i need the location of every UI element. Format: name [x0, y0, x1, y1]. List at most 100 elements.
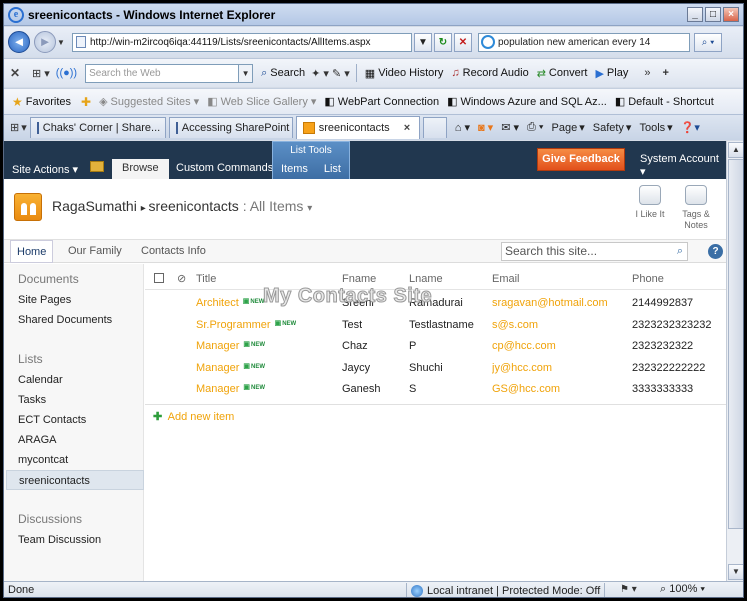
- nav-contacts-info[interactable]: Contacts Info: [141, 245, 206, 257]
- ql-item-shared-documents[interactable]: Shared Documents: [18, 314, 112, 326]
- tab-chaks-corner[interactable]: Chaks' Corner | Share...: [29, 117, 166, 138]
- system-account-menu[interactable]: System Account ▾: [640, 153, 726, 178]
- safety-menu[interactable]: Safety ▾: [593, 121, 632, 135]
- nav-our-family[interactable]: Our Family: [68, 245, 122, 257]
- column-phone[interactable]: Phone: [632, 273, 664, 285]
- ql-heading-documents[interactable]: Documents: [18, 272, 79, 286]
- mail-icon[interactable]: ✉ ▾: [501, 121, 519, 134]
- add-new-item-link[interactable]: ✚ Add new item: [153, 410, 234, 423]
- web-search-input[interactable]: Search the Web ▼: [85, 63, 254, 83]
- ql-heading-discussions[interactable]: Discussions: [18, 512, 82, 526]
- ql-item-mycontcat[interactable]: mycontcat: [18, 454, 68, 466]
- tab-accessing-sharepoint[interactable]: Accessing SharePoint ...: [168, 117, 293, 138]
- play-button[interactable]: ▶ Play: [595, 67, 628, 80]
- forward-button[interactable]: ►: [34, 31, 56, 53]
- tags-notes-button[interactable]: Tags & Notes: [676, 185, 716, 231]
- ql-item-ect-contacts[interactable]: ECT Contacts: [18, 414, 86, 426]
- title-link[interactable]: Architect: [196, 297, 239, 309]
- email-link[interactable]: s@s.com: [492, 319, 538, 331]
- print-icon[interactable]: ⎙ ▾: [527, 121, 543, 134]
- minimize-button[interactable]: _: [687, 7, 703, 22]
- ql-item-araga[interactable]: ARAGA: [18, 434, 57, 446]
- back-button[interactable]: ◄: [8, 31, 30, 53]
- title-link[interactable]: Manager: [196, 340, 239, 352]
- history-dropdown-icon[interactable]: ▼: [56, 38, 66, 47]
- title-link[interactable]: Manager: [196, 362, 239, 374]
- feeds-icon[interactable]: ◙ ▾: [478, 121, 493, 134]
- favorite-suggested-sites[interactable]: ◈ Suggested Sites ▾: [99, 95, 199, 109]
- ql-item-team-discussion[interactable]: Team Discussion: [18, 534, 101, 546]
- protected-mode-icon[interactable]: ⚑ ▾: [620, 584, 637, 595]
- navigate-up-icon[interactable]: [90, 161, 104, 172]
- ql-item-site-pages[interactable]: Site Pages: [18, 294, 71, 306]
- home-icon[interactable]: ⌂ ▾: [455, 121, 470, 134]
- site-logo[interactable]: [14, 193, 42, 221]
- page-menu[interactable]: Page ▾: [552, 121, 585, 135]
- favorite-windows-azure[interactable]: ◧ Windows Azure and SQL Az...: [447, 95, 607, 109]
- table-row[interactable]: Sr.Programmer NEW Test Testlastname s@s.c…: [145, 315, 726, 336]
- web-search-dropdown-icon[interactable]: ▼: [238, 64, 253, 82]
- ql-item-tasks[interactable]: Tasks: [18, 394, 46, 406]
- add-favorites-icon[interactable]: ✚: [81, 95, 91, 109]
- vertical-scrollbar[interactable]: ▲ ▼: [726, 141, 743, 581]
- toolbar-chevron-icon[interactable]: »: [644, 67, 650, 79]
- toolbar-search-button[interactable]: ⌕ Search: [261, 67, 305, 80]
- ql-item-calendar[interactable]: Calendar: [18, 374, 63, 386]
- help-menu-icon[interactable]: ❓▾: [681, 121, 700, 134]
- help-icon[interactable]: ?: [708, 244, 723, 259]
- search-go-button[interactable]: ⌕ ▾: [694, 32, 722, 52]
- video-history-button[interactable]: ▦ Video History: [365, 67, 444, 80]
- title-link[interactable]: Sr.Programmer: [196, 319, 271, 331]
- table-row[interactable]: Manager NEW Ganesh S GS@hcc.com 333333333…: [145, 379, 726, 400]
- column-title[interactable]: Title: [196, 273, 216, 285]
- close-tab-icon[interactable]: ×: [404, 122, 410, 134]
- table-row[interactable]: Architect NEW Sreeni Ramadurai sragavan@h…: [145, 293, 726, 314]
- close-toolbar-icon[interactable]: ✕: [10, 66, 26, 80]
- favorite-webpart-connection[interactable]: ◧ WebPart Connection: [324, 95, 439, 109]
- title-link[interactable]: Manager: [196, 383, 239, 395]
- toolbar-options-icon[interactable]: ⊞ ▾: [32, 67, 50, 80]
- email-link[interactable]: cp@hcc.com: [492, 340, 556, 352]
- toolbar-add-icon[interactable]: +: [662, 67, 668, 79]
- stop-icon[interactable]: ✕: [454, 32, 472, 52]
- zoom-button[interactable]: ⌕ 100% ▾: [660, 583, 705, 596]
- tools-menu[interactable]: Tools ▾: [639, 121, 672, 135]
- email-link[interactable]: sragavan@hotmail.com: [492, 297, 608, 309]
- search-input[interactable]: population new american every 14: [478, 32, 690, 52]
- breadcrumb-view[interactable]: All Items: [250, 198, 304, 214]
- give-feedback-button[interactable]: Give Feedback: [537, 148, 625, 171]
- ql-item-sreenicontacts[interactable]: sreenicontacts: [6, 470, 144, 490]
- select-all-checkbox[interactable]: [154, 273, 164, 283]
- tab-list[interactable]: List: [324, 163, 341, 175]
- site-actions-menu[interactable]: Site Actions ▾: [12, 163, 78, 176]
- nav-home[interactable]: Home: [10, 240, 54, 263]
- favorite-default-shortcut[interactable]: ◧ Default - Shortcut: [615, 95, 714, 109]
- radio-icon[interactable]: ((●)): [56, 67, 77, 79]
- url-input[interactable]: http://win-m2ircoq6iqa:44119/Lists/sreen…: [72, 32, 412, 52]
- table-row[interactable]: Manager NEW Chaz P cp@hcc.com 2323232322: [145, 336, 726, 357]
- quick-tabs-icon[interactable]: ⊞: [10, 121, 19, 134]
- close-button[interactable]: ×: [723, 7, 739, 22]
- i-like-it-button[interactable]: I Like It: [630, 185, 670, 219]
- email-link[interactable]: jy@hcc.com: [492, 362, 552, 374]
- chevron-down-icon[interactable]: ▾: [307, 203, 312, 214]
- column-lname[interactable]: Lname: [409, 273, 443, 285]
- tab-sreenicontacts[interactable]: sreenicontacts ×: [295, 116, 420, 139]
- refresh-icon[interactable]: ↻: [434, 32, 452, 52]
- arrows-icon[interactable]: ✦ ▾ ✎ ▾: [311, 67, 350, 80]
- favorites-button[interactable]: ★ Favorites: [12, 95, 71, 109]
- breadcrumb-site[interactable]: RagaSumathi: [52, 198, 137, 214]
- scroll-up-icon[interactable]: ▲: [728, 142, 743, 158]
- tab-list-icon[interactable]: ▾: [21, 121, 27, 134]
- tab-custom-commands[interactable]: Custom Commands: [166, 159, 283, 179]
- site-search-input[interactable]: Search this site... ⌕: [501, 242, 688, 261]
- scroll-thumb[interactable]: [728, 159, 743, 529]
- column-fname[interactable]: Fname: [342, 273, 376, 285]
- breadcrumb-list[interactable]: sreenicontacts: [149, 198, 239, 214]
- convert-button[interactable]: ⇄ Convert: [537, 67, 588, 80]
- url-dropdown-button[interactable]: ▼: [414, 32, 432, 52]
- column-email[interactable]: Email: [492, 273, 520, 285]
- tab-items[interactable]: Items: [281, 163, 308, 175]
- record-audio-button[interactable]: ♫ Record Audio: [451, 67, 528, 79]
- new-tab-button[interactable]: [422, 117, 447, 138]
